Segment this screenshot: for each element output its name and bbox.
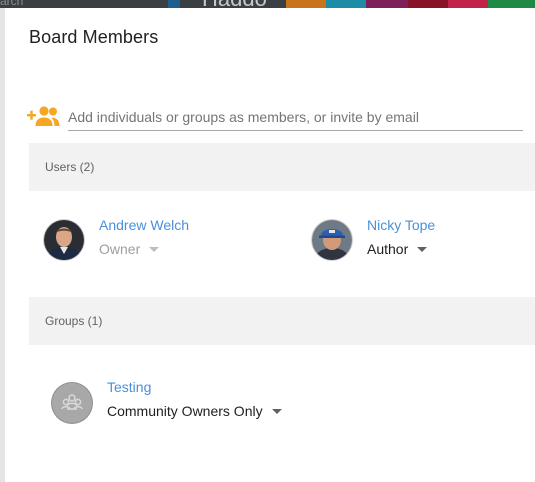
groups-section-label: Groups (1)	[45, 314, 103, 328]
chevron-down-icon	[271, 408, 282, 414]
avatar	[312, 220, 352, 260]
board-members-dialog: Board Members Users (2) Andrew Welch Own…	[5, 8, 535, 482]
group-icon	[61, 394, 83, 410]
role-label: Author	[367, 241, 409, 257]
person-add-icon[interactable]	[27, 105, 61, 127]
background-tile	[326, 0, 366, 8]
group-avatar	[52, 383, 92, 423]
group-name-link[interactable]: Testing	[107, 379, 151, 395]
chevron-down-icon	[149, 246, 160, 252]
background-tile	[366, 0, 408, 8]
role-label: Owner	[99, 241, 141, 257]
background-logo-text: Haddo	[202, 0, 267, 8]
background-tile	[488, 0, 535, 8]
background-tile	[448, 0, 488, 8]
avatar	[44, 220, 84, 260]
groups-section-header: Groups (1)	[29, 297, 535, 345]
background-tile	[286, 0, 326, 8]
role-selector[interactable]: Author	[367, 241, 428, 257]
background-logo-tile: Haddo	[180, 0, 286, 8]
background-tile	[408, 0, 448, 8]
chevron-down-icon	[417, 246, 428, 252]
avatar-photo	[44, 220, 84, 260]
dialog-title: Board Members	[29, 27, 159, 47]
users-section-header: Users (2)	[29, 143, 535, 191]
background-app-header: arch Haddo	[0, 0, 535, 8]
background-tile	[168, 0, 180, 8]
add-member-input[interactable]	[68, 104, 523, 131]
background-search-text: arch	[0, 0, 24, 8]
avatar-photo	[312, 220, 352, 260]
role-selector[interactable]: Community Owners Only	[107, 403, 282, 419]
role-selector: Owner	[99, 241, 160, 257]
role-label: Community Owners Only	[107, 403, 263, 419]
users-section-label: Users (2)	[45, 160, 95, 174]
member-name-link[interactable]: Andrew Welch	[99, 217, 189, 233]
member-name-link[interactable]: Nicky Tope	[367, 217, 435, 233]
